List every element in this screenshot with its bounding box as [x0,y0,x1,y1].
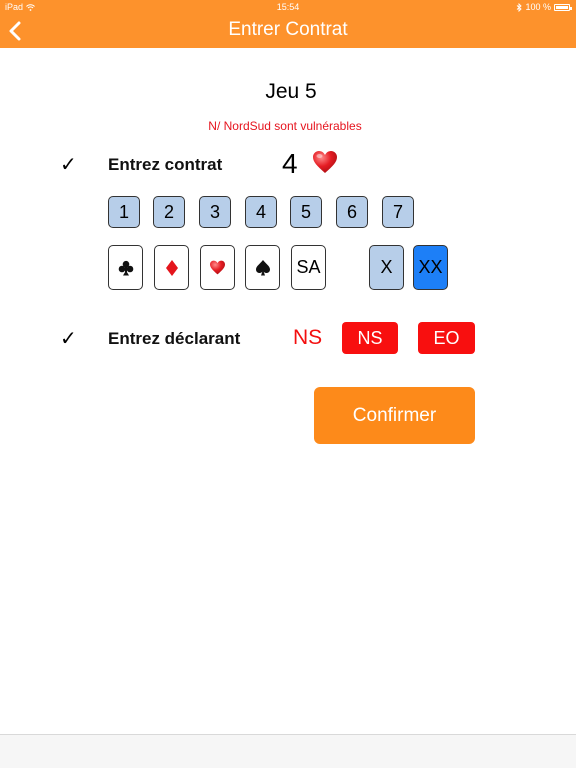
level-2-button[interactable]: 2 [153,196,185,228]
nav-header: iPad 15:54 100 % Entrer Contrat [0,0,576,48]
contract-level-value: 4 [282,148,298,179]
diamonds-button[interactable] [154,245,189,290]
contract-check-icon: ✓ [60,154,77,176]
double-button[interactable]: X [369,245,404,290]
battery-percent: 100 % [525,2,551,12]
bluetooth-icon [517,2,523,12]
battery-icon [554,3,572,11]
declarer-eo-button[interactable]: EO [418,322,475,354]
status-time: 15:54 [276,2,300,12]
status-bar: iPad 15:54 100 % [0,0,576,14]
redouble-button[interactable]: XX [413,245,448,290]
spade-icon [255,260,270,276]
confirm-button[interactable]: Confirmer [314,387,475,444]
level-7-button[interactable]: 7 [382,196,414,228]
status-right: 100 % [516,2,572,12]
level-4-button[interactable]: 4 [245,196,277,228]
diamond-icon [165,259,178,276]
level-1-button[interactable]: 1 [108,196,140,228]
heart-icon [312,150,338,179]
declarer-ns-button[interactable]: NS [342,322,398,354]
spades-button[interactable] [245,245,280,290]
declarer-value: NS [293,326,323,349]
vulnerability-text: N/ NordSud sont vulnérables [208,119,362,133]
sa-button[interactable]: SA [291,245,326,290]
page-title: Entrer Contrat [228,19,348,40]
bottom-toolbar [0,734,576,768]
declarer-label: Entrez déclarant [108,329,241,348]
clubs-button[interactable] [108,245,143,290]
level-6-button[interactable]: 6 [336,196,368,228]
level-3-button[interactable]: 3 [199,196,231,228]
contract-label: Entrez contrat [108,155,223,174]
club-icon [118,260,133,275]
game-title: Jeu 5 [265,80,317,103]
level-5-button[interactable]: 5 [290,196,322,228]
hearts-button[interactable] [200,245,235,290]
declarer-check-icon: ✓ [60,328,77,350]
heart-icon [210,260,225,275]
